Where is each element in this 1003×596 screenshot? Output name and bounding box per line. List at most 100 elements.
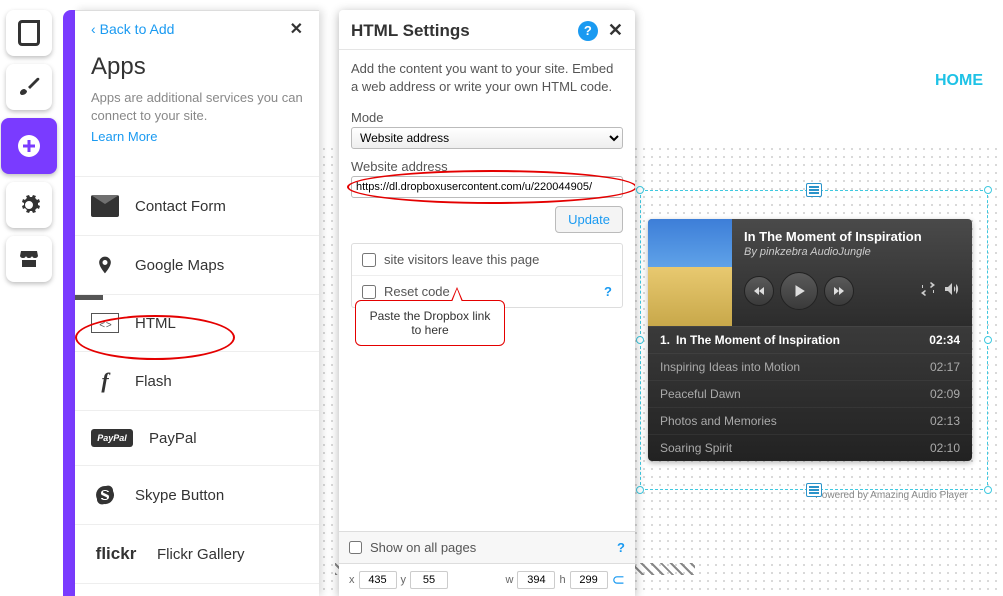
coord-x-input[interactable] xyxy=(359,571,397,589)
flash-icon: f xyxy=(91,370,119,392)
resize-handle-bl[interactable] xyxy=(636,486,644,494)
flickr-icon: flickr xyxy=(91,543,141,565)
gear-icon xyxy=(17,193,41,217)
panel-rail xyxy=(63,10,75,596)
reload-label: site visitors leave this page xyxy=(384,252,539,267)
resize-handle-tr[interactable] xyxy=(984,186,992,194)
app-google-maps[interactable]: Google Maps xyxy=(75,236,319,295)
coord-w-input[interactable] xyxy=(517,571,555,589)
track-title: In The Moment of Inspiration xyxy=(744,229,960,244)
track-duration: 02:09 xyxy=(930,387,960,401)
reset-code-checkbox[interactable] xyxy=(362,285,376,299)
track-byline: By pinkzebra AudioJungle xyxy=(744,246,960,258)
apps-title: Apps xyxy=(91,53,303,81)
playlist-row[interactable]: Peaceful Dawn02:09 xyxy=(648,380,972,407)
html-settings-panel: HTML Settings ? ✕ Add the content you wa… xyxy=(339,10,635,596)
play-button[interactable] xyxy=(780,272,818,310)
options-box: site visitors leave this page Reset code… xyxy=(351,243,623,308)
show-all-help[interactable]: ? xyxy=(617,540,625,555)
chevron-left-icon: ‹ xyxy=(91,21,96,37)
resize-handle-l[interactable] xyxy=(636,336,644,344)
apps-list: Contact Form Google Maps < > HTML f Flas… xyxy=(75,176,319,584)
coord-y-input[interactable] xyxy=(410,571,448,589)
audio-player: In The Moment of Inspiration By pinkzebr… xyxy=(648,219,972,461)
update-button[interactable]: Update xyxy=(555,206,623,233)
settings-description: Add the content you want to your site. E… xyxy=(351,60,623,96)
coord-w-label: w xyxy=(506,574,514,586)
app-label: Flickr Gallery xyxy=(157,546,245,563)
track-duration: 02:13 xyxy=(930,414,960,428)
playlist-row[interactable]: Inspiring Ideas into Motion02:17 xyxy=(648,353,972,380)
track-duration: 02:34 xyxy=(929,333,960,347)
plus-icon xyxy=(17,134,41,158)
drag-grip-bottom[interactable] xyxy=(806,483,822,497)
playlist: 1.In The Moment of Inspiration02:34 Insp… xyxy=(648,326,972,461)
store-icon xyxy=(17,247,41,271)
pages-button[interactable] xyxy=(6,10,52,56)
app-skype[interactable]: Skype Button xyxy=(75,466,319,525)
coord-h-input[interactable] xyxy=(570,571,608,589)
paypal-icon: PayPal xyxy=(91,429,133,447)
skype-icon xyxy=(91,484,119,506)
reset-help[interactable]: ? xyxy=(604,284,612,299)
playlist-row[interactable]: Photos and Memories02:13 xyxy=(648,407,972,434)
reset-code-label: Reset code xyxy=(384,284,450,299)
app-label: Flash xyxy=(135,373,172,390)
learn-more-link[interactable]: Learn More xyxy=(91,129,157,144)
prev-button[interactable] xyxy=(744,276,774,306)
back-label: Back to Add xyxy=(100,21,175,37)
html-icon: < > xyxy=(91,313,119,333)
page-icon xyxy=(18,20,40,46)
repeat-button[interactable] xyxy=(920,282,936,301)
mode-label: Mode xyxy=(351,110,623,125)
market-button[interactable] xyxy=(6,236,52,282)
nav-home[interactable]: HOME xyxy=(935,72,983,90)
app-flash[interactable]: f Flash xyxy=(75,352,319,411)
close-settings-button[interactable]: ✕ xyxy=(608,20,623,41)
apps-description: Apps are additional services you can con… xyxy=(91,89,303,125)
apps-panel: ‹ Back to Add ✕ Apps Apps are additional… xyxy=(75,10,319,596)
close-apps-panel[interactable]: ✕ xyxy=(290,19,303,39)
app-label: Contact Form xyxy=(135,198,226,215)
playlist-row[interactable]: Soaring Spirit02:10 xyxy=(648,434,972,461)
album-art xyxy=(648,219,732,326)
add-button[interactable] xyxy=(1,118,57,174)
help-button[interactable]: ? xyxy=(578,21,598,41)
app-contact-form[interactable]: Contact Form xyxy=(75,177,319,236)
map-pin-icon xyxy=(91,254,119,276)
volume-button[interactable] xyxy=(944,282,960,301)
annotation-bubble: Paste the Dropbox link to here xyxy=(355,300,505,346)
address-label: Website address xyxy=(351,159,623,174)
envelope-icon xyxy=(91,195,119,217)
resize-handle-br[interactable] xyxy=(984,486,992,494)
website-address-input[interactable] xyxy=(351,176,623,198)
app-label: Google Maps xyxy=(135,257,224,274)
app-paypal[interactable]: PayPal PayPal xyxy=(75,411,319,466)
app-label: PayPal xyxy=(149,430,197,447)
show-on-all-pages-label: Show on all pages xyxy=(370,540,476,555)
settings-title: HTML Settings xyxy=(351,21,578,41)
vertical-toolbar xyxy=(6,10,57,290)
coords-bar: x y w h ⊂ xyxy=(339,563,635,596)
app-html[interactable]: < > HTML xyxy=(75,295,319,352)
brush-icon xyxy=(17,75,41,99)
coord-h-label: h xyxy=(559,574,565,586)
coord-y-label: y xyxy=(401,574,407,586)
coord-lock-button[interactable]: ⊂ xyxy=(612,570,625,590)
resize-handle-tl[interactable] xyxy=(636,186,644,194)
playlist-row[interactable]: 1.In The Moment of Inspiration02:34 xyxy=(648,326,972,353)
mode-select[interactable]: Website address xyxy=(351,127,623,149)
reload-checkbox[interactable] xyxy=(362,253,376,267)
design-button[interactable] xyxy=(6,64,52,110)
coord-x-label: x xyxy=(349,574,355,586)
back-to-add-link[interactable]: ‹ Back to Add xyxy=(91,21,174,37)
resize-handle-r[interactable] xyxy=(984,336,992,344)
app-flickr[interactable]: flickr Flickr Gallery xyxy=(75,525,319,584)
drag-grip-top[interactable] xyxy=(806,183,822,197)
track-duration: 02:17 xyxy=(930,360,960,374)
app-label: Skype Button xyxy=(135,487,224,504)
next-button[interactable] xyxy=(824,276,854,306)
show-on-all-pages-checkbox[interactable] xyxy=(349,541,362,554)
app-label: HTML xyxy=(135,315,176,332)
settings-button[interactable] xyxy=(6,182,52,228)
